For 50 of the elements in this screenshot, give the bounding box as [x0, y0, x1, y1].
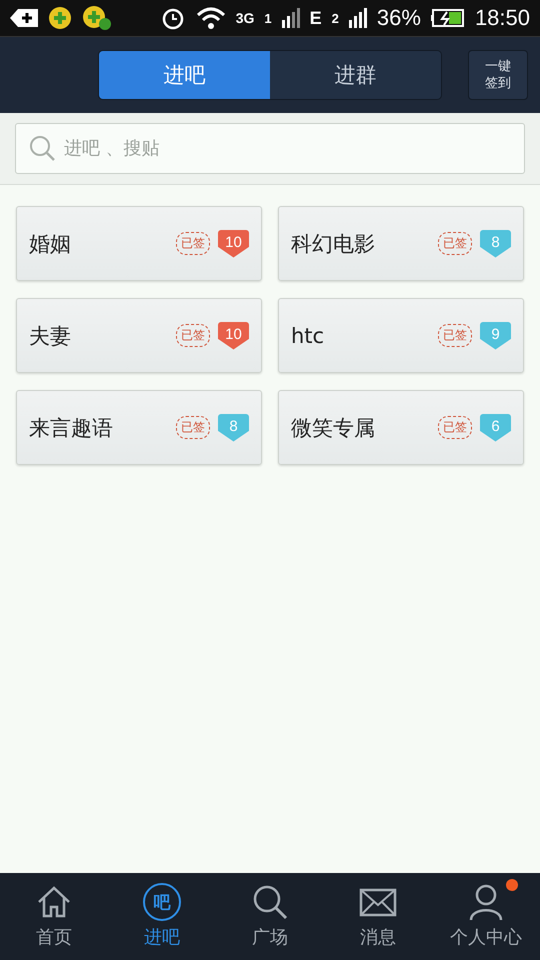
forum-icon: 吧 — [143, 883, 181, 921]
nav-tab[interactable]: 消息 — [324, 873, 432, 960]
level-badge: 10 — [218, 322, 249, 350]
search-field[interactable]: 进吧 、搜贴 — [15, 123, 525, 174]
forum-name: 科幻电影 — [291, 230, 376, 258]
network-type: 3G — [236, 10, 254, 26]
edge-label: E — [310, 8, 322, 28]
forum-card[interactable]: 婚姻 已签 10 — [16, 206, 262, 281]
signed-stamp: 已签 — [176, 232, 210, 255]
signed-stamp: 已签 — [438, 416, 472, 439]
signal-icon — [348, 8, 367, 28]
person-icon — [467, 883, 505, 921]
forum-name: 微笑专属 — [291, 414, 376, 442]
signed-stamp: 已签 — [438, 232, 472, 255]
plus-circle-icon — [48, 6, 72, 30]
sim-label: 2 — [332, 10, 339, 26]
clock: 18:50 — [474, 5, 530, 31]
level-badge: 10 — [218, 230, 249, 258]
forum-card[interactable]: 来言趣语 已签 8 — [16, 390, 262, 465]
level-badge: 6 — [480, 414, 511, 442]
signed-stamp: 已签 — [176, 324, 210, 347]
sim-label: 1 — [264, 10, 272, 26]
add-tag-icon — [10, 8, 38, 28]
nav-tab[interactable]: 吧 进吧 — [108, 873, 216, 960]
search-icon — [29, 135, 55, 161]
forum-name: htc — [291, 324, 326, 348]
wifi-icon — [196, 6, 226, 30]
forum-card[interactable]: 微笑专属 已签 6 — [278, 390, 524, 465]
plus-circle-icon — [82, 5, 112, 31]
tab[interactable]: 进吧 — [99, 51, 270, 99]
search-icon — [251, 883, 289, 921]
battery-percent: 36% — [376, 5, 421, 31]
signed-stamp: 已签 — [438, 324, 472, 347]
level-badge: 8 — [480, 230, 511, 258]
level-badge: 9 — [480, 322, 511, 350]
forum-name: 夫妻 — [29, 322, 72, 350]
nav-tab[interactable]: 个人中心 — [432, 873, 540, 960]
forum-name: 来言趣语 — [29, 414, 114, 442]
level-badge: 8 — [218, 414, 249, 442]
tab[interactable]: 进群 — [270, 51, 441, 99]
nav-tab[interactable]: 广场 — [216, 873, 324, 960]
signal-icon — [282, 8, 300, 28]
forum-card[interactable]: 夫妻 已签 10 — [16, 298, 262, 373]
forum-name: 婚姻 — [29, 230, 72, 258]
signed-stamp: 已签 — [176, 416, 210, 439]
nav-tab[interactable]: 首页 — [0, 873, 108, 960]
sign-all-button[interactable]: 一键签到 — [468, 50, 528, 100]
forum-card[interactable]: htc 已签 9 — [278, 298, 524, 373]
battery-icon — [430, 9, 465, 27]
forum-card[interactable]: 科幻电影 已签 8 — [278, 206, 524, 281]
